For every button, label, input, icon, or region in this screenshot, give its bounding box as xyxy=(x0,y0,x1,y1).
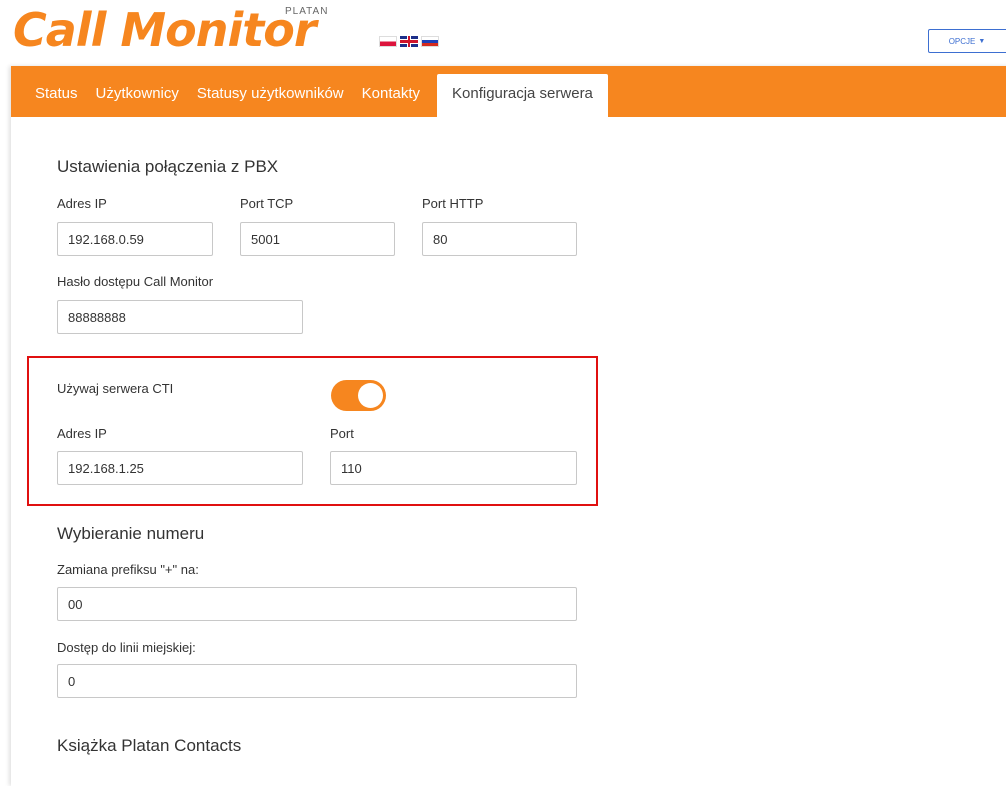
pbx-password-label: Hasło dostępu Call Monitor xyxy=(57,274,214,289)
flag-pl-icon[interactable] xyxy=(379,36,397,47)
dialing-section-title: Wybieranie numeru xyxy=(57,524,205,543)
pbx-section-title: Ustawienia połączenia z PBX xyxy=(57,157,279,176)
prefix-label: Zamiana prefiksu "+" na: xyxy=(57,562,199,577)
cti-ip-input[interactable] xyxy=(57,451,303,485)
pbx-password-input[interactable] xyxy=(57,300,303,334)
pbx-http-port-label: Port HTTP xyxy=(422,196,484,211)
tab-user-statuses[interactable]: Statusy użytkowników xyxy=(188,74,353,117)
prefix-input[interactable] xyxy=(57,587,577,621)
line-access-input[interactable] xyxy=(57,664,577,698)
cti-port-label: Port xyxy=(330,426,354,441)
nav-bar: Status Użytkownicy Statusy użytkowników … xyxy=(11,66,1006,117)
cti-ip-label: Adres IP xyxy=(57,426,107,441)
pbx-http-port-input[interactable] xyxy=(422,222,577,256)
tab-server-config[interactable]: Konfiguracja serwera xyxy=(437,74,608,117)
pbx-ip-label: Adres IP xyxy=(57,196,107,211)
pbx-tcp-port-label: Port TCP xyxy=(240,196,294,211)
tab-contacts[interactable]: Kontakty xyxy=(353,74,429,117)
cti-port-input[interactable] xyxy=(330,451,577,485)
tab-users[interactable]: Użytkownicy xyxy=(87,74,188,117)
caret-down-icon: ▼ xyxy=(978,37,986,45)
pbx-tcp-port-input[interactable] xyxy=(240,222,395,256)
contacts-section-title: Książka Platan Contacts xyxy=(57,736,242,755)
flag-uk-icon[interactable] xyxy=(400,36,418,47)
cti-use-label: Używaj serwera CTI xyxy=(57,381,174,396)
call-monitor-logo: Call Monitor PLATAN xyxy=(13,3,439,57)
logo-text: Call Monitor xyxy=(13,3,317,57)
toggle-knob xyxy=(358,383,383,408)
flag-ru-icon[interactable] xyxy=(421,36,439,47)
tab-status[interactable]: Status xyxy=(26,74,87,117)
pbx-ip-input[interactable] xyxy=(57,222,213,256)
options-label: OPCJE xyxy=(948,36,976,46)
line-access-label: Dostęp do linii miejskiej: xyxy=(57,640,196,655)
options-dropdown-button[interactable]: OPCJE ▼ xyxy=(928,29,1006,53)
cti-toggle-switch[interactable] xyxy=(331,380,386,411)
logo-brand: PLATAN xyxy=(285,6,329,17)
language-flags xyxy=(379,36,439,47)
